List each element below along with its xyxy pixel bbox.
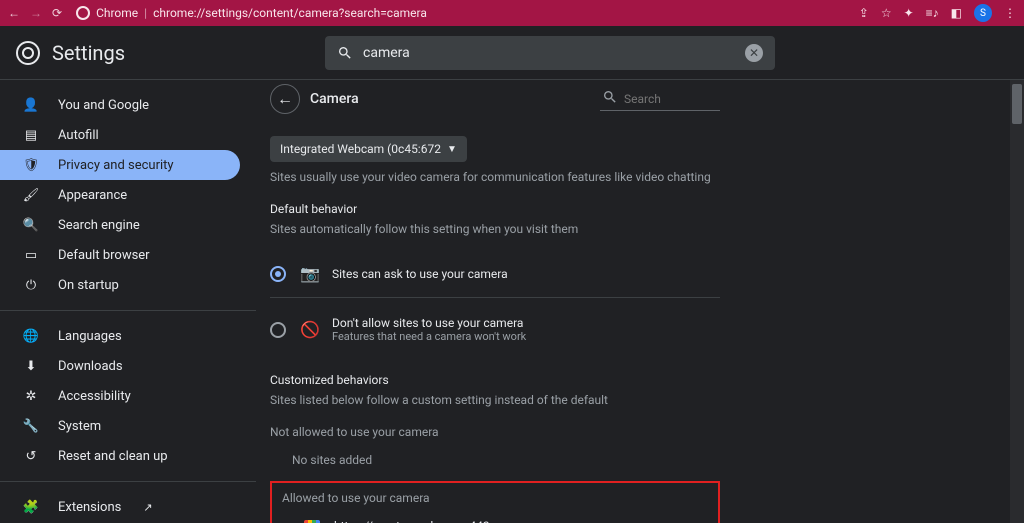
browser-titlebar: ← → ⟳ Chrome | chrome://settings/content… — [0, 0, 1024, 26]
panel-icon[interactable]: ◧ — [951, 6, 962, 20]
default-behavior-help: Sites automatically follow this setting … — [270, 222, 720, 236]
accessibility-icon: ✲ — [22, 389, 40, 404]
device-help-text: Sites usually use your video camera for … — [270, 170, 720, 184]
no-sites-text: No sites added — [292, 453, 720, 467]
customized-title: Customized behaviors — [270, 373, 720, 387]
camera-off-icon: 🚫 — [300, 320, 318, 339]
reload-icon[interactable]: ⟳ — [52, 6, 62, 20]
page-search-input[interactable] — [624, 92, 704, 106]
site-url: https://meet.google.com:443 — [334, 519, 490, 523]
page-search[interactable] — [600, 87, 720, 111]
clear-search-icon[interactable]: ✕ — [745, 44, 763, 62]
separator: | — [144, 6, 147, 20]
sidebar-item-languages[interactable]: 🌐Languages — [0, 321, 240, 351]
sidebar-item-you-and-google[interactable]: 👤You and Google — [0, 90, 240, 120]
profile-avatar[interactable]: S — [974, 4, 992, 22]
globe-icon: 🌐 — [22, 329, 40, 344]
sidebar-item-search-engine[interactable]: 🔍Search engine — [0, 210, 240, 240]
scrollbar-thumb[interactable] — [1012, 84, 1022, 124]
sidebar-item-on-startup[interactable]: ⏻On startup — [0, 270, 240, 300]
sidebar-item-reset[interactable]: ↺Reset and clean up — [0, 441, 240, 471]
allowed-site-row[interactable]: https://meet.google.com:443 — [282, 519, 708, 523]
sidebar-item-default-browser[interactable]: ▭Default browser — [0, 240, 240, 270]
not-allowed-title: Not allowed to use your camera — [270, 425, 720, 439]
allowed-highlight-box: Allowed to use your camera https://meet.… — [270, 481, 720, 523]
person-icon: 👤 — [22, 98, 40, 113]
search-icon: 🔍 — [22, 218, 40, 233]
settings-title: Settings — [52, 41, 125, 65]
menu-dots-icon[interactable]: ⋮ — [1004, 6, 1016, 20]
camera-device-dropdown[interactable]: Integrated Webcam (0c45:672 ▼ — [270, 136, 467, 162]
radio-dont-allow[interactable]: 🚫 Don't allow sites to use your camera F… — [270, 306, 720, 353]
settings-sidebar: 👤You and Google ▤Autofill 🛡Privacy and s… — [0, 80, 256, 523]
search-icon — [337, 45, 353, 61]
sidebar-item-system[interactable]: 🔧System — [0, 411, 240, 441]
scrollbar[interactable] — [1010, 80, 1024, 523]
settings-content: ← Camera Integrated Webcam (0c45:672 ▼ S… — [256, 80, 1024, 523]
back-button[interactable]: ← — [270, 84, 300, 114]
bookmark-icon[interactable]: ☆ — [881, 6, 892, 20]
media-icon[interactable]: ≡♪ — [926, 6, 939, 20]
default-behavior-title: Default behavior — [270, 202, 720, 216]
forward-icon[interactable]: → — [30, 6, 42, 20]
radio-button-checked[interactable] — [270, 266, 286, 282]
settings-search[interactable]: ✕ — [325, 36, 775, 70]
settings-logo-icon — [16, 41, 40, 65]
puzzle-icon: 🧩 — [22, 500, 40, 515]
sidebar-item-appearance[interactable]: 🖌Appearance — [0, 180, 240, 210]
external-link-icon: ↗ — [143, 501, 152, 514]
sidebar-divider — [0, 481, 256, 482]
download-icon: ⬇ — [22, 359, 40, 374]
share-icon[interactable]: ⇪ — [859, 6, 869, 20]
power-icon: ⏻ — [22, 278, 40, 293]
radio-sites-can-ask[interactable]: 📷 Sites can ask to use your camera — [270, 254, 720, 293]
camera-icon: 📷 — [300, 264, 318, 283]
allowed-title: Allowed to use your camera — [282, 491, 708, 505]
browser-name: Chrome — [96, 6, 138, 20]
chrome-logo-icon — [76, 6, 90, 20]
brush-icon: 🖌 — [22, 188, 40, 203]
page-title: Camera — [310, 91, 359, 107]
browser-icon: ▭ — [22, 248, 40, 263]
sidebar-item-autofill[interactable]: ▤Autofill — [0, 120, 240, 150]
address-bar[interactable]: chrome://settings/content/camera?search=… — [153, 6, 427, 20]
autofill-icon: ▤ — [22, 128, 40, 143]
sidebar-item-accessibility[interactable]: ✲Accessibility — [0, 381, 240, 411]
sidebar-item-privacy-security[interactable]: 🛡Privacy and security — [0, 150, 240, 180]
extensions-puzzle-icon[interactable]: ✦ — [904, 6, 914, 20]
sidebar-divider — [0, 310, 256, 311]
settings-header: Settings ✕ — [0, 26, 1024, 80]
radio-button[interactable] — [270, 322, 286, 338]
sidebar-item-downloads[interactable]: ⬇Downloads — [0, 351, 240, 381]
customized-help: Sites listed below follow a custom setti… — [270, 393, 720, 407]
back-icon[interactable]: ← — [8, 6, 20, 20]
wrench-icon: 🔧 — [22, 419, 40, 434]
divider — [270, 297, 720, 298]
chevron-down-icon: ▼ — [447, 144, 457, 155]
reset-icon: ↺ — [22, 449, 40, 464]
search-icon — [602, 89, 618, 108]
sidebar-item-extensions[interactable]: 🧩Extensions↗ — [0, 492, 240, 522]
shield-icon: 🛡 — [22, 158, 40, 173]
search-input[interactable] — [363, 45, 745, 61]
